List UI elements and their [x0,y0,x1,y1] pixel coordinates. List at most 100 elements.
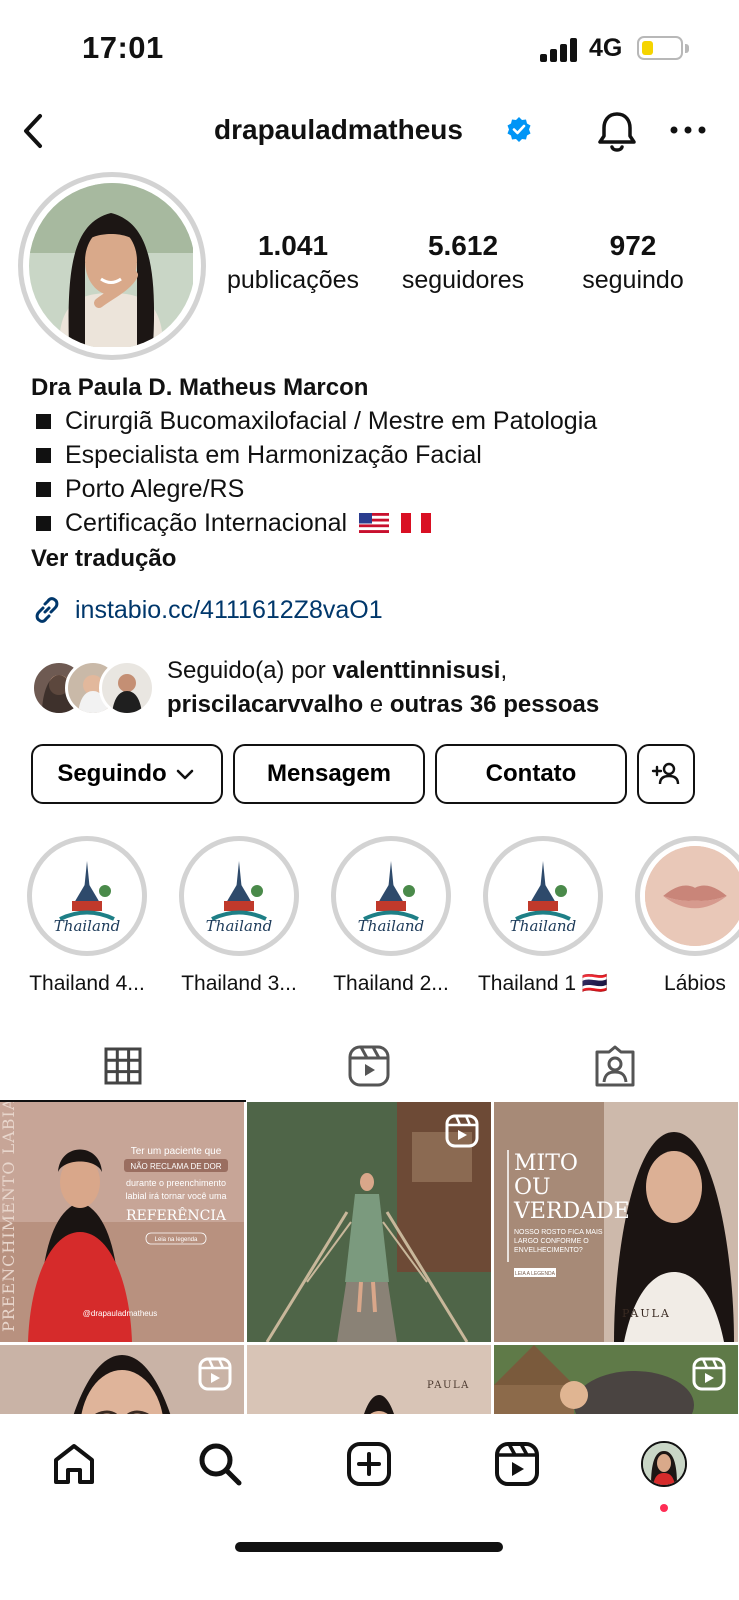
bio-link-text[interactable]: instabio.cc/4111612Z8vaO1 [75,596,383,625]
post-text-line: NÃO RECLAMA DE DOR [130,1162,221,1171]
reel-indicator-icon [692,1357,726,1391]
lips-photo [645,846,739,946]
mutual-followers[interactable]: Seguido(a) por valenttinnisusi, priscila… [31,654,721,724]
post-thumbnail: MITO OU VERDADE NOSSO ROSTO FICA MAIS LA… [494,1102,738,1342]
profile-avatar-small [641,1441,687,1487]
bottom-navigation [0,1414,739,1600]
highlight-item[interactable]: Thailand Thailand 2... [321,836,461,996]
back-button[interactable] [12,106,56,156]
nav-reels[interactable] [487,1434,547,1494]
grid-post[interactable]: MITO OU VERDADE NOSSO ROSTO FICA MAIS LA… [494,1102,738,1342]
svg-text:Thailand: Thailand [206,917,272,935]
thailand-logo-icon: Thailand [358,861,424,935]
highlight-label: Thailand 1 🇹🇭 [477,972,609,995]
highlight-cover [635,836,739,956]
see-translation-link[interactable]: Ver tradução [31,542,721,576]
highlight-item[interactable]: Thailand Thailand 3... [169,836,309,996]
highlight-item[interactable]: Thailand Thailand 1 🇹🇭 [473,836,613,996]
message-button[interactable]: Mensagem [233,744,425,804]
post-sub-line: ENVELHECIMENTO? [514,1247,583,1254]
reel-indicator-icon [198,1357,232,1391]
create-post-icon [347,1442,391,1486]
contact-button-label: Contato [485,760,577,787]
svg-text:Thailand: Thailand [510,917,576,935]
grid-icon [104,1047,142,1085]
network-type: 4G [589,34,623,62]
highlight-cover: Thailand [179,836,299,956]
notifications-bell-button[interactable] [593,106,641,156]
post-text-line: Leia na legenda [155,1237,198,1243]
bullet-square-icon [36,447,51,463]
story-highlights: Thailand Thailand 4... Thailand Thailand… [0,836,739,996]
highlight-label: Thailand 2... [333,972,449,995]
stat-followers[interactable]: 5.612 seguidores [388,228,538,296]
grid-post[interactable]: PAULA [247,1345,491,1414]
nav-search[interactable] [190,1434,250,1494]
bio-line: Certificação Internacional [31,506,721,540]
home-icon [54,1444,94,1484]
post-title-line: MITO [514,1151,578,1176]
post-thumbnail: PREENCHIMENTO LABIAL Ter um paciente que… [0,1102,244,1342]
nav-profile[interactable] [634,1434,694,1494]
status-bar: 17:01 4G [0,0,739,95]
post-thumbnail: PAULA [247,1345,491,1414]
post-handle: @drapauladmatheus [83,1309,157,1318]
stat-posts[interactable]: 1.041 publicações [218,228,368,296]
svg-text:Thailand: Thailand [358,917,424,935]
tab-tagged[interactable] [492,1030,738,1102]
bio-line-text: Certificação Internacional [65,509,348,537]
contact-button[interactable]: Contato [435,744,627,804]
reels-icon [348,1045,390,1087]
notification-dot [660,1504,668,1512]
post-title-line: VERDADE [513,1199,630,1224]
verified-badge-icon [507,117,531,142]
bio-section: Dra Paula D. Matheus Marcon Cirurgiã Buc… [31,372,721,576]
add-person-button[interactable] [637,744,695,804]
post-sub-line: LARGO CONFORME O [514,1238,589,1245]
post-title-line: OU [514,1175,551,1200]
highlight-label: Lábios [664,972,726,995]
grid-post[interactable] [247,1102,491,1342]
highlight-item[interactable]: Thailand Thailand 4... [17,836,157,996]
battery-icon [637,36,683,60]
post-vertical-text: PREENCHIMENTO LABIAL [0,1102,18,1332]
highlight-label: Thailand 3... [181,972,297,995]
bio-line: Especialista em Harmonização Facial [31,438,721,472]
highlight-label: Thailand 4... [29,972,145,995]
profile-avatar[interactable] [18,172,206,360]
thailand-logo-icon: Thailand [206,861,272,935]
following-button[interactable]: Seguindo [31,744,223,804]
bio-line-text: Cirurgiã Bucomaxilofacial / Mestre em Pa… [65,407,598,435]
profile-header: drapauladmatheus [0,100,739,162]
post-text-line: labial irá tornar você uma [125,1191,226,1201]
post-cta: LEIA A LEGENDA [515,1271,556,1277]
grid-post[interactable] [0,1345,244,1414]
bio-line: Porto Alegre/RS [31,472,721,506]
bell-icon [598,112,636,152]
highlight-item[interactable]: Lábios [625,836,739,996]
bio-link[interactable]: instabio.cc/4111612Z8vaO1 [31,594,383,626]
thailand-logo-icon: Thailand [54,861,120,935]
link-icon [35,597,59,623]
reel-indicator-icon [445,1114,479,1148]
chevron-left-icon [24,114,42,148]
stat-following[interactable]: 972 seguindo [558,228,708,296]
post-brand: PAULA [427,1380,470,1391]
svg-text:Thailand: Thailand [54,917,120,935]
tab-posts-grid[interactable] [0,1030,246,1102]
nav-create[interactable] [339,1434,399,1494]
tab-reels[interactable] [246,1030,492,1102]
peru-flag-icon [401,513,432,533]
following-count: 972 [609,230,657,261]
nav-home[interactable] [44,1434,104,1494]
posts-count: 1.041 [257,230,329,261]
posts-label: publicações [226,266,360,294]
highlight-cover: Thailand [483,836,603,956]
followers-count: 5.612 [427,230,499,261]
tagged-person-icon [595,1045,635,1087]
more-options-button[interactable] [666,110,710,150]
grid-post[interactable] [494,1345,738,1414]
posts-grid: PREENCHIMENTO LABIAL Ter um paciente que… [0,1102,739,1414]
grid-post[interactable]: PREENCHIMENTO LABIAL Ter um paciente que… [0,1102,244,1342]
battery-tip [685,44,689,53]
